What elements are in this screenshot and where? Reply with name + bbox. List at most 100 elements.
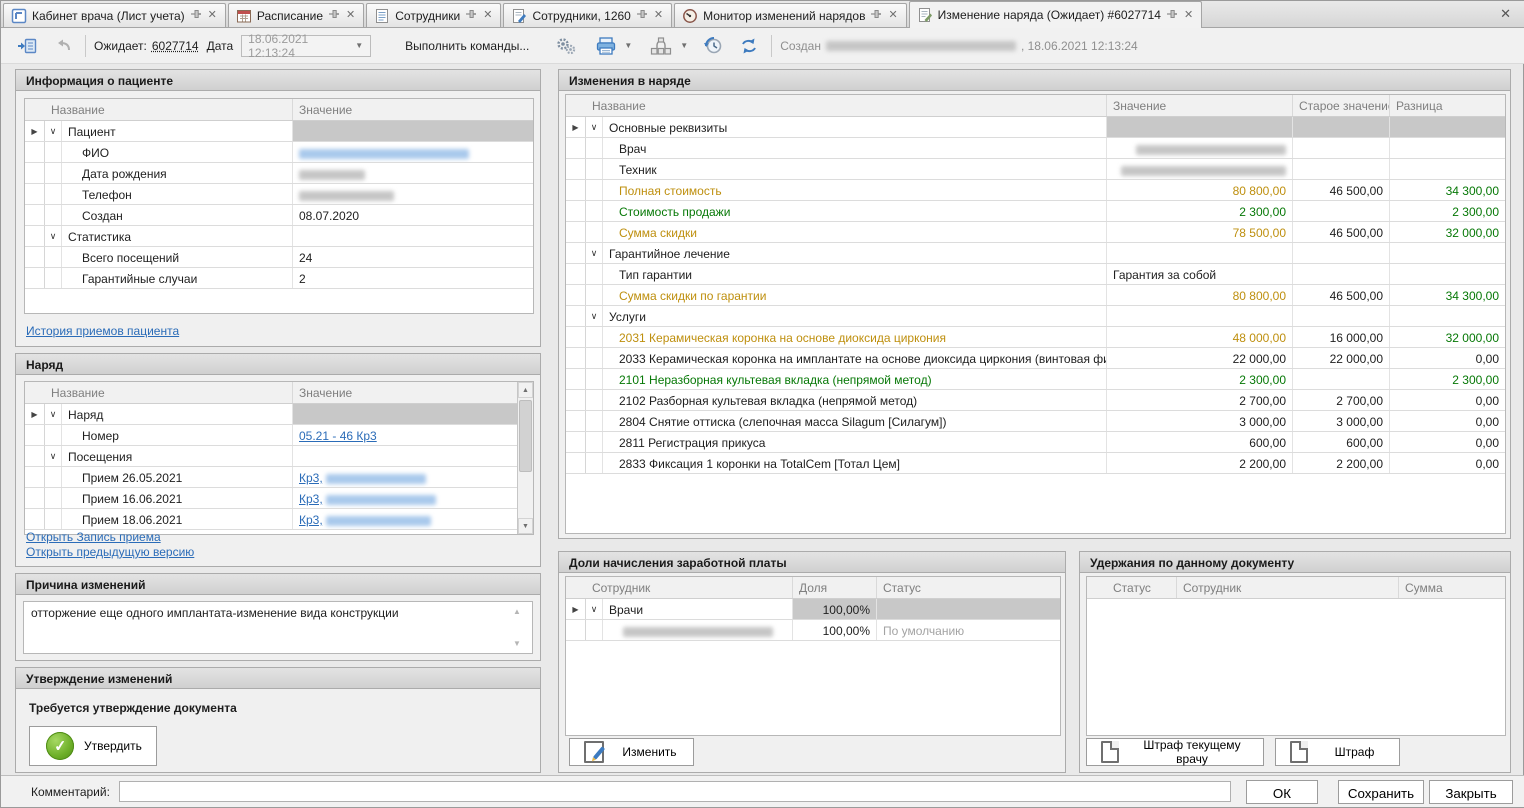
pin-icon[interactable] [328,8,340,23]
value-link[interactable]: Кр3, [299,471,323,485]
refresh-icon[interactable] [735,33,763,59]
column-header[interactable]: Статус [1107,577,1177,598]
date-picker[interactable]: 18.06.2021 12:13:24 ▼ [241,35,371,57]
stamp-icon[interactable] [645,33,677,59]
value-link[interactable]: Кр3, [299,513,323,527]
column-header[interactable]: Сотрудник [1177,577,1399,598]
table-row[interactable]: Номер05.21 - 46 Кр3 [25,425,533,446]
table-row[interactable]: ▶∨Основные реквизиты [566,117,1505,138]
table-row[interactable]: 2804 Снятие оттиска (слепочная масса Sil… [566,411,1505,432]
undo-icon[interactable] [51,33,77,59]
order-number-link[interactable]: 6027714 [152,39,199,53]
comment-input[interactable] [119,781,1231,802]
history-icon[interactable] [699,33,729,59]
tab-close-icon[interactable]: ✕ [653,10,664,21]
table-row[interactable]: Врач [566,138,1505,159]
table-row[interactable]: Создан08.07.2020 [25,205,533,226]
table-row[interactable]: Гарантийные случаи2 [25,268,533,289]
table-row[interactable]: ∨Гарантийное лечение [566,243,1505,264]
tab-close-icon[interactable]: ✕ [482,10,493,21]
close-button[interactable]: Закрыть [1429,780,1513,804]
table-row[interactable]: Телефон [25,184,533,205]
column-header[interactable]: Разница [1390,95,1505,116]
table-row[interactable]: Дата рождения [25,163,533,184]
print-icon[interactable] [591,33,621,59]
gears-icon[interactable] [551,33,581,59]
ok-button[interactable]: ОК [1246,780,1318,804]
scroll-down-icon[interactable]: ▼ [511,639,523,648]
column-header[interactable]: Сумма [1399,577,1505,598]
table-row[interactable]: ▶∨Пациент [25,121,533,142]
tab-active-5[interactable]: Изменение наряда (Ожидает) #6027714✕ [909,1,1202,28]
chevron-down-icon[interactable]: ▼ [352,41,366,50]
pin-icon[interactable] [190,8,202,23]
expander-chevron-icon[interactable]: ∨ [586,599,603,619]
run-commands-button[interactable]: Выполнить команды... [397,35,537,57]
table-row[interactable]: Тип гарантииГарантия за собой [566,264,1505,285]
column-header[interactable]: Значение [293,99,533,120]
expander-chevron-icon[interactable]: ∨ [45,226,62,246]
column-header[interactable]: Значение [1107,95,1293,116]
table-row[interactable]: Полная стоимость80 800,0046 500,0034 300… [566,180,1505,201]
column-header[interactable]: Доля [793,577,877,598]
table-row[interactable]: Прием 18.06.2021Кр3, [25,509,533,530]
column-header[interactable]: Название [45,99,293,120]
table-row[interactable]: 2833 Фиксация 1 коронки на TotalCem [Тот… [566,453,1505,474]
fine-button[interactable]: Штраф [1275,738,1400,766]
patient-history-link[interactable]: История приемов пациента [26,324,179,338]
column-header[interactable]: Название [45,382,293,403]
expander-chevron-icon[interactable]: ∨ [586,243,603,263]
expander-chevron-icon[interactable]: ∨ [45,446,62,466]
expander-chevron-icon[interactable]: ∨ [586,117,603,137]
open-visit-record-link[interactable]: Открыть Запись приема [26,530,161,544]
column-header[interactable]: Старое значение [1293,95,1390,116]
tab-3[interactable]: Сотрудники, 1260✕ [503,3,672,27]
table-row[interactable]: ∨Посещения [25,446,533,467]
table-row[interactable]: Сумма скидки по гарантии80 800,0046 500,… [566,285,1505,306]
tab-0[interactable]: Кабинет врача (Лист учета)✕ [3,3,226,27]
table-row[interactable]: ∨Услуги [566,306,1505,327]
open-previous-version-link[interactable]: Открыть предыдущую версию [26,545,194,559]
scroll-down-icon[interactable]: ▼ [518,518,533,534]
table-row[interactable]: 2031 Керамическая коронка на основе диок… [566,327,1505,348]
column-header[interactable]: Значение [293,382,533,403]
value-link[interactable]: Кр3, [299,492,323,506]
save-button[interactable]: Сохранить [1338,780,1424,804]
table-row[interactable]: 2811 Регистрация прикуса600,00600,000,00 [566,432,1505,453]
tab-2[interactable]: Сотрудники✕ [366,3,501,27]
table-row[interactable]: Всего посещений24 [25,247,533,268]
close-icon[interactable]: ✕ [1500,6,1511,22]
pin-icon[interactable] [465,8,477,23]
value-link[interactable]: 05.21 - 46 Кр3 [299,429,377,443]
expander-chevron-icon[interactable]: ∨ [45,404,62,424]
table-row[interactable]: 2102 Разборная культевая вкладка (непрям… [566,390,1505,411]
table-row[interactable]: ▶∨Врачи100,00% [566,599,1060,620]
table-row[interactable]: 100,00%По умолчанию [566,620,1060,641]
pin-icon[interactable] [636,8,648,23]
fine-current-doctor-button[interactable]: Штраф текущему врачу [1086,738,1264,766]
table-row[interactable]: Стоимость продажи2 300,002 300,00 [566,201,1505,222]
scroll-up-icon[interactable]: ▲ [511,607,523,616]
table-row[interactable]: Сумма скидки78 500,0046 500,0032 000,00 [566,222,1505,243]
table-row[interactable]: ∨Статистика [25,226,533,247]
scrollbar-thumb[interactable] [519,400,532,472]
edit-shares-button[interactable]: Изменить [569,738,694,766]
approve-button[interactable]: ✓ Утвердить [29,726,157,766]
tab-close-icon[interactable]: ✕ [345,10,356,21]
tab-4[interactable]: Монитор изменений нарядов✕ [674,3,907,27]
table-row[interactable]: 2033 Керамическая коронка на имплантате … [566,348,1505,369]
tab-close-icon[interactable]: ✕ [207,10,218,21]
expander-chevron-icon[interactable]: ∨ [45,121,62,141]
open-document-icon[interactable] [13,33,41,59]
table-row[interactable]: ФИО [25,142,533,163]
tab-close-icon[interactable]: ✕ [887,10,898,21]
change-reason-textarea[interactable]: отторжение еще одного имплантата-изменен… [23,601,533,654]
table-row[interactable]: ▶∨Наряд [25,404,533,425]
pin-icon[interactable] [1166,8,1178,23]
vertical-scrollbar[interactable]: ▲▼ [517,382,533,534]
table-row[interactable]: Прием 16.06.2021Кр3, [25,488,533,509]
table-row[interactable]: Техник [566,159,1505,180]
stamp-menu-chevron-icon[interactable]: ▼ [677,41,691,50]
table-row[interactable]: 2101 Неразборная культевая вкладка (непр… [566,369,1505,390]
tab-close-icon[interactable]: ✕ [1183,10,1194,21]
